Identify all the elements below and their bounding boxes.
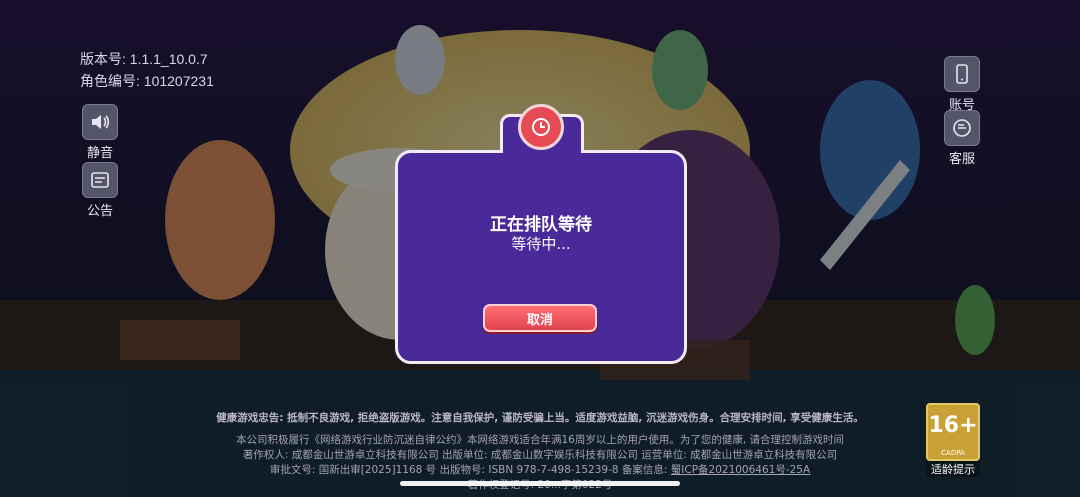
version-label: 版本号:: [80, 51, 126, 67]
speaker-icon: [82, 104, 118, 140]
chat-icon: [944, 110, 980, 146]
legal-line: 本公司积极履行《网络游戏行业防沉迷自律公约》本网络游戏适合年满16周岁以上的用户…: [235, 434, 845, 446]
dialog-title: 正在排队等待: [490, 215, 592, 235]
customer-service-label: 客服: [948, 152, 975, 167]
age-rating-label: 适龄提示: [926, 461, 980, 477]
clock-icon: [518, 104, 564, 150]
role-id-value: 101207231: [143, 73, 214, 89]
account-button[interactable]: 账号: [939, 56, 985, 113]
home-indicator[interactable]: [400, 481, 680, 486]
mute-label: 静音: [86, 146, 113, 161]
notice-button[interactable]: 公告: [77, 162, 123, 219]
customer-service-button[interactable]: 客服: [939, 110, 985, 167]
version-value: 1.1.1_10.0.7: [129, 51, 208, 67]
role-id-label: 角色编号:: [80, 73, 140, 89]
version-info: 版本号: 1.1.1_10.0.7 角色编号: 101207231: [80, 48, 214, 92]
notice-icon: [82, 162, 118, 198]
phone-icon: [944, 56, 980, 92]
icp-link[interactable]: 蜀ICP备2021006461号-25A: [671, 464, 810, 476]
age-badge: 16+ CADPA: [926, 403, 980, 461]
health-notice: 健康游戏忠告: 抵制不良游戏, 拒绝盗版游戏。注意自我保护, 谨防受骗上当。适度…: [216, 412, 864, 424]
mute-button[interactable]: 静音: [77, 104, 123, 161]
age-rating-org: CADPA: [941, 449, 965, 457]
notice-label: 公告: [86, 204, 113, 219]
queue-dialog: 正在排队等待 等待中... 取消: [395, 102, 687, 364]
age-rating-value: 16+: [928, 413, 978, 438]
legal-line: 审批文号: 国新出审[2025]1168 号 出版物号: ISBN 978-7-…: [150, 463, 930, 478]
legal-approval: 审批文号: 国新出审[2025]1168 号 出版物号: ISBN 978-7-…: [269, 464, 671, 476]
cancel-button[interactable]: 取消: [483, 304, 597, 332]
legal-line: 著作权人: 成都金山世游卓立科技有限公司 出版单位: 成都金山数字娱乐科技有限公…: [242, 449, 838, 461]
dialog-subtitle: 等待中...: [511, 235, 571, 253]
age-rating[interactable]: 16+ CADPA 适龄提示: [926, 403, 980, 477]
